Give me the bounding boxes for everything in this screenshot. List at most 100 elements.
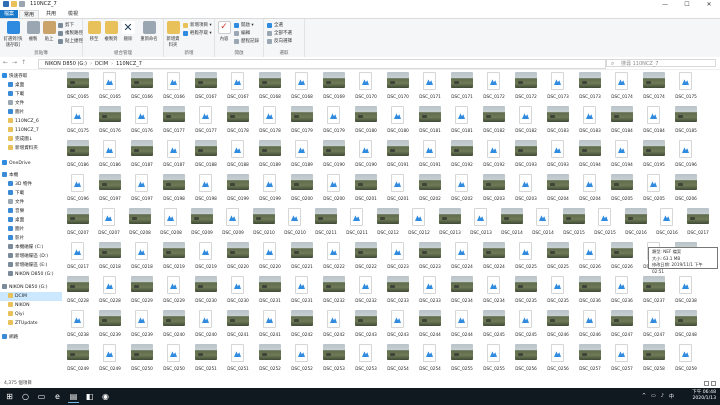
file-thumbnail[interactable]: DSC_0165 (97, 72, 123, 108)
cut-button[interactable]: 剪下 (58, 22, 74, 28)
file-thumbnail[interactable]: DSC_0220 (225, 242, 251, 278)
new-folder-button[interactable]: 新增資料夾 (166, 21, 180, 48)
file-thumbnail[interactable]: DSC_0175 (673, 72, 699, 108)
file-thumbnail[interactable]: DSC_0183 (545, 106, 571, 142)
file-thumbnail[interactable]: DSC_0232 (321, 276, 347, 312)
file-thumbnail[interactable]: DSC_0170 (353, 72, 379, 108)
select-all-button[interactable]: 全選 (267, 22, 283, 28)
file-thumbnail[interactable]: DSC_0254 (417, 344, 443, 380)
file-thumbnail[interactable]: DSC_0219 (161, 242, 187, 278)
file-thumbnail[interactable]: DSC_0240 (193, 310, 219, 346)
file-thumbnail[interactable]: DSC_0181 (449, 106, 475, 142)
file-thumbnail[interactable]: DSC_0168 (257, 72, 283, 108)
file-thumbnail[interactable]: DSC_0232 (353, 276, 379, 312)
tab-share[interactable]: 共用 (42, 10, 60, 18)
file-thumbnail[interactable]: DSC_0167 (193, 72, 219, 108)
address-bar[interactable]: NIKON D850 (G:) › DCIM › 110NCZ_7 (38, 59, 606, 69)
chrome-icon[interactable]: ◉ (100, 391, 111, 402)
close-button[interactable]: ✕ (698, 0, 720, 9)
nav-item[interactable]: OneDrive (0, 159, 62, 168)
nav-item[interactable]: 3D 物件 (0, 180, 62, 189)
file-thumbnail[interactable]: DSC_0179 (289, 106, 315, 142)
store-icon[interactable]: ◧ (84, 391, 95, 402)
nav-item[interactable]: 桌面 (0, 216, 62, 225)
nav-item[interactable]: Qiyi (0, 310, 62, 319)
file-thumbnail[interactable]: DSC_0180 (385, 106, 411, 142)
up-button[interactable]: ↑ (21, 59, 26, 66)
search-input[interactable]: ⌕ 搜尋 110NCZ_7 (606, 59, 716, 67)
rename-button[interactable]: 重新命名 (138, 21, 160, 42)
file-thumbnail[interactable]: DSC_0202 (449, 174, 475, 210)
maximize-button[interactable]: ☐ (676, 0, 698, 9)
file-thumbnail[interactable]: DSC_0177 (161, 106, 187, 142)
file-thumbnail[interactable]: DSC_0206 (673, 174, 699, 210)
file-thumbnail[interactable]: DSC_0247 (641, 310, 667, 346)
file-thumbnail[interactable]: DSC_0233 (417, 276, 443, 312)
undo-icon[interactable] (19, 1, 25, 7)
file-thumbnail[interactable]: DSC_0239 (129, 310, 155, 346)
paste-shortcut-button[interactable]: 貼上捷徑 (58, 38, 83, 44)
file-thumbnail[interactable]: DSC_0223 (385, 242, 411, 278)
file-thumbnail[interactable]: DSC_0250 (129, 344, 155, 380)
nav-item[interactable]: 新增磁碟區 (E:) (0, 261, 62, 270)
file-thumbnail[interactable]: DSC_0179 (321, 106, 347, 142)
file-thumbnail[interactable]: DSC_0167 (225, 72, 251, 108)
breadcrumb-folder[interactable]: 110NCZ_7 (116, 61, 142, 67)
file-thumbnail[interactable]: DSC_0188 (225, 140, 251, 176)
file-thumbnail[interactable]: DSC_0253 (321, 344, 347, 380)
file-thumbnail[interactable]: DSC_0178 (257, 106, 283, 142)
file-thumbnail[interactable]: DSC_0248 (673, 310, 699, 346)
file-thumbnail[interactable]: DSC_0205 (609, 174, 635, 210)
file-thumbnail[interactable]: DSC_0210 (251, 208, 277, 244)
file-explorer-icon[interactable]: ▤ (68, 391, 79, 403)
file-thumbnail[interactable]: DSC_0255 (481, 344, 507, 380)
file-thumbnail[interactable]: DSC_0170 (385, 72, 411, 108)
file-thumbnail[interactable]: DSC_0182 (513, 106, 539, 142)
file-thumbnail[interactable]: DSC_0219 (193, 242, 219, 278)
search-icon[interactable]: ○ (20, 391, 31, 402)
file-thumbnail[interactable]: DSC_0238 (65, 310, 91, 346)
details-view-icon[interactable] (704, 381, 709, 386)
file-thumbnail[interactable]: DSC_0192 (449, 140, 475, 176)
file-thumbnail[interactable]: DSC_0197 (97, 174, 123, 210)
nav-item[interactable]: 影片 (0, 234, 62, 243)
save-icon[interactable] (3, 1, 9, 7)
file-thumbnail[interactable]: DSC_0215 (592, 208, 618, 244)
file-thumbnail[interactable]: DSC_0247 (609, 310, 635, 346)
file-thumbnail[interactable]: DSC_0186 (65, 140, 91, 176)
file-thumbnail[interactable]: DSC_0234 (481, 276, 507, 312)
file-thumbnail[interactable]: DSC_0218 (129, 242, 155, 278)
file-thumbnail[interactable]: DSC_0241 (257, 310, 283, 346)
file-thumbnail[interactable]: DSC_0213 (437, 208, 463, 244)
paste-button[interactable]: 貼上 (42, 21, 56, 42)
file-thumbnail[interactable]: DSC_0211 (344, 208, 370, 244)
tray-icon[interactable]: ^ (642, 393, 646, 400)
file-thumbnail[interactable]: DSC_0200 (321, 174, 347, 210)
file-thumbnail[interactable]: DSC_0236 (609, 276, 635, 312)
file-thumbnail[interactable]: DSC_0199 (257, 174, 283, 210)
file-thumbnail[interactable]: DSC_0251 (193, 344, 219, 380)
file-thumbnail[interactable]: DSC_0189 (257, 140, 283, 176)
file-thumbnail[interactable]: DSC_0239 (97, 310, 123, 346)
file-thumbnail[interactable]: DSC_0242 (289, 310, 315, 346)
file-thumbnail[interactable]: DSC_0171 (449, 72, 475, 108)
file-thumbnail[interactable]: DSC_0165 (65, 72, 91, 108)
file-thumbnail[interactable]: DSC_0176 (129, 106, 155, 142)
file-thumbnail[interactable]: DSC_0216 (623, 208, 649, 244)
file-thumbnail[interactable]: DSC_0252 (289, 344, 315, 380)
file-thumbnail[interactable]: DSC_0195 (641, 140, 667, 176)
nav-item[interactable]: 110NCZ_7 (0, 126, 62, 135)
file-thumbnail[interactable]: DSC_0218 (97, 242, 123, 278)
file-thumbnail[interactable]: DSC_0252 (257, 344, 283, 380)
nav-item[interactable]: 新增資料夾 (0, 144, 62, 153)
delete-button[interactable]: ✕ 刪除 (121, 21, 135, 42)
file-thumbnail[interactable]: DSC_0237 (641, 276, 667, 312)
file-thumbnail[interactable]: DSC_0203 (481, 174, 507, 210)
file-thumbnail[interactable]: DSC_0216 (654, 208, 680, 244)
start-icon[interactable]: ⊞ (4, 391, 15, 402)
file-thumbnail[interactable]: DSC_0201 (385, 174, 411, 210)
file-thumbnail[interactable]: DSC_0204 (577, 174, 603, 210)
file-thumbnail[interactable]: DSC_0173 (577, 72, 603, 108)
file-thumbnail[interactable]: DSC_0196 (65, 174, 91, 210)
breadcrumb-drive[interactable]: NIKON D850 (G:) (45, 61, 87, 67)
